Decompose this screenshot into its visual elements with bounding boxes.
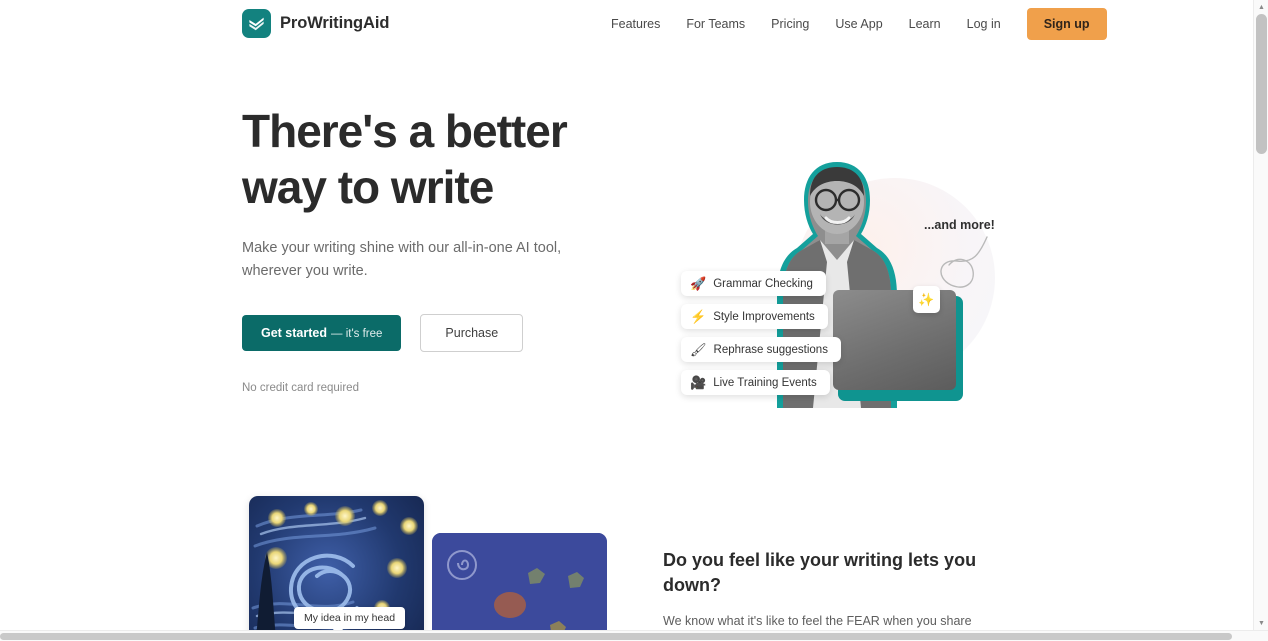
section2-title: Do you feel like your writing lets you d… <box>663 550 977 595</box>
horizontal-scrollbar[interactable] <box>0 630 1268 641</box>
hero-section: There's a better way to write Make your … <box>0 48 1253 488</box>
get-started-button[interactable]: Get started — it's free <box>242 315 402 351</box>
vertical-scrollbar-thumb[interactable] <box>1256 14 1267 154</box>
get-started-label: Get started <box>261 326 327 340</box>
vertical-scrollbar[interactable]: ▲ ▼ <box>1253 0 1268 630</box>
nav-link-pricing[interactable]: Pricing <box>758 11 822 37</box>
feature-chip-label: Rephrase suggestions <box>713 343 828 356</box>
section2-copy: Do you feel like your writing lets you d… <box>663 548 1013 641</box>
idea-caption-bubble: My idea in my head <box>294 607 406 635</box>
hero-subtitle: Make your writing shine with our all-in-… <box>242 240 562 279</box>
nav-link-learn[interactable]: Learn <box>896 11 954 37</box>
feature-chip-label: Grammar Checking <box>713 277 813 290</box>
nav-link-use-app[interactable]: Use App <box>822 11 895 37</box>
no-credit-card-note: No credit card required <box>242 382 359 394</box>
book-check-icon <box>242 9 271 38</box>
brush-icon: 🖌 <box>690 342 707 357</box>
main-navigation: Features For Teams Pricing Use App Learn… <box>598 0 1107 48</box>
feature-chip-label: Live Training Events <box>713 376 817 389</box>
feature-chip-list: 🚀 Grammar Checking ⚡ Style Improvements … <box>681 271 841 395</box>
scroll-down-arrow-icon[interactable]: ▼ <box>1254 616 1268 630</box>
get-started-free-suffix: — it's free <box>331 328 383 340</box>
scroll-up-arrow-icon[interactable]: ▲ <box>1254 0 1268 14</box>
feature-chip-live-training-events[interactable]: 🎥 Live Training Events <box>681 370 830 395</box>
page-content: ProWritingAid Features For Teams Pricing… <box>0 0 1253 641</box>
and-more-label: ...and more! <box>924 218 995 232</box>
hero-copy: There's a better way to write Make your … <box>242 103 602 394</box>
sparkle-icon: ✨ <box>913 286 940 313</box>
nav-link-for-teams[interactable]: For Teams <box>673 11 758 37</box>
nav-link-log-in[interactable]: Log in <box>954 11 1014 37</box>
site-header: ProWritingAid Features For Teams Pricing… <box>0 0 1253 48</box>
browser-viewport: ProWritingAid Features For Teams Pricing… <box>0 0 1268 641</box>
feature-chip-grammar-checking[interactable]: 🚀 Grammar Checking <box>681 271 826 296</box>
nav-link-features[interactable]: Features <box>598 11 673 37</box>
feature-chip-label: Style Improvements <box>713 310 815 323</box>
hero-illustration: ✨ ...and more! 🚀 Grammar Checking ⚡ Styl… <box>655 138 1025 448</box>
purchase-button[interactable]: Purchase <box>420 314 524 352</box>
brand-name: ProWritingAid <box>280 14 390 32</box>
sign-up-button[interactable]: Sign up <box>1026 8 1107 40</box>
writing-lets-you-down-section: My idea in my head Do you feel like your… <box>0 488 1253 641</box>
horizontal-scrollbar-thumb[interactable] <box>0 633 1232 640</box>
hero-cta-group: Get started — it's free Purchase <box>242 314 602 352</box>
feature-chip-style-improvements[interactable]: ⚡ Style Improvements <box>681 304 828 329</box>
hero-title: There's a better way to write <box>242 105 568 213</box>
comparison-illustration: My idea in my head <box>249 496 634 641</box>
brand-logo-link[interactable]: ProWritingAid <box>242 9 389 38</box>
video-camera-icon: 🎥 <box>690 375 707 390</box>
lightning-icon: ⚡ <box>690 309 707 324</box>
feature-chip-rephrase-suggestions[interactable]: 🖌 Rephrase suggestions <box>681 337 841 362</box>
flat-drawing-card <box>432 533 607 641</box>
rocket-icon: 🚀 <box>690 276 707 291</box>
